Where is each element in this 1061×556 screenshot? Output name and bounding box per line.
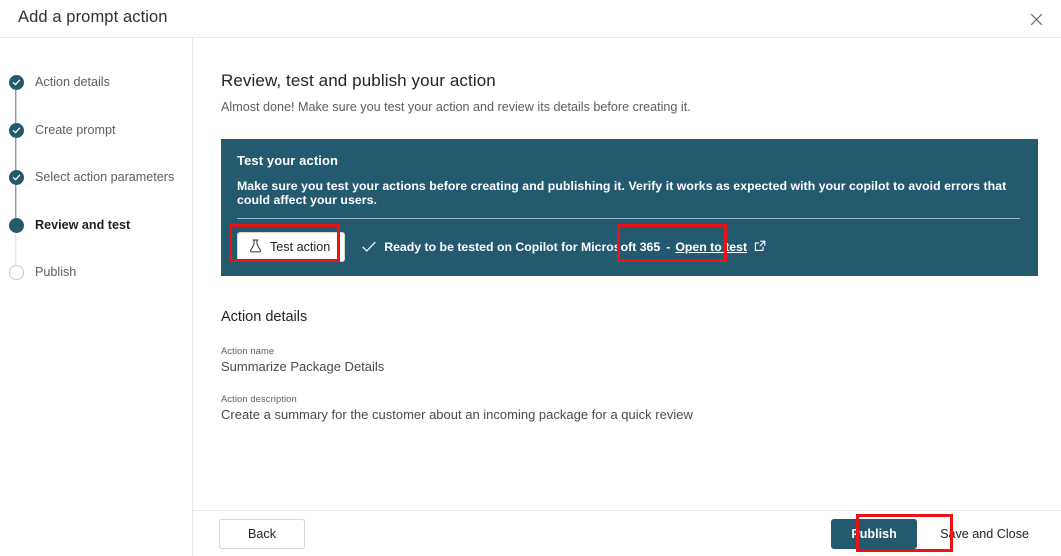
action-details-section: Action details Action name Summarize Pac… xyxy=(221,309,1039,422)
step-connector xyxy=(15,185,16,218)
action-details-heading: Action details xyxy=(221,309,1039,325)
sidebar-item-select-action-parameters[interactable]: Select action parameters xyxy=(0,170,192,218)
banner-divider xyxy=(237,218,1020,219)
status-separator: - xyxy=(666,240,670,254)
wizard-steps-sidebar: Action details Create prompt xyxy=(0,38,193,556)
page-title: Review, test and publish your action xyxy=(221,71,1039,91)
action-description-label: Action description xyxy=(221,393,1039,404)
dialog-title: Add a prompt action xyxy=(18,8,168,27)
step-current-icon xyxy=(9,218,24,233)
sidebar-item-label: Publish xyxy=(35,265,76,280)
sidebar-item-label: Review and test xyxy=(35,218,130,233)
step-completed-icon xyxy=(9,123,24,138)
save-and-close-button[interactable]: Save and Close xyxy=(925,519,1044,549)
main-content: Review, test and publish your action Alm… xyxy=(193,38,1061,556)
step-marker xyxy=(8,75,24,90)
open-to-test-label: Open to test xyxy=(675,240,747,254)
external-link-icon xyxy=(754,240,766,255)
publish-button[interactable]: Publish xyxy=(831,519,917,549)
test-status-text: Ready to be tested on Copilot for Micros… xyxy=(384,240,660,254)
external-link-glyph xyxy=(754,240,766,252)
checkmark-icon xyxy=(362,241,376,253)
flask-glyph xyxy=(249,239,262,253)
step-connector xyxy=(15,138,16,171)
sidebar-item-label: Action details xyxy=(35,75,110,90)
dialog-header: Add a prompt action xyxy=(0,0,1061,37)
back-button[interactable]: Back xyxy=(219,519,305,549)
main-inner: Review, test and publish your action Alm… xyxy=(193,38,1061,422)
banner-description: Make sure you test your actions before c… xyxy=(237,179,1020,207)
sidebar-item-publish[interactable]: Publish xyxy=(0,265,192,313)
dialog-body: Action details Create prompt xyxy=(0,38,1061,556)
checkmark-glyph xyxy=(12,78,21,87)
checkmark-glyph xyxy=(362,241,376,253)
step-marker xyxy=(8,265,24,280)
flask-icon xyxy=(249,239,262,256)
step-marker xyxy=(8,170,24,185)
step-connector xyxy=(15,90,16,123)
banner-actions-row: Test action Ready to be tested on Copilo… xyxy=(237,232,1020,262)
page-subtitle: Almost done! Make sure you test your act… xyxy=(221,100,1039,114)
test-action-button[interactable]: Test action xyxy=(237,232,345,262)
checkmark-glyph xyxy=(12,126,21,135)
sidebar-item-action-details[interactable]: Action details xyxy=(0,75,192,123)
close-icon[interactable] xyxy=(1021,5,1051,33)
banner-title: Test your action xyxy=(237,153,1020,168)
step-completed-icon xyxy=(9,170,24,185)
action-name-value: Summarize Package Details xyxy=(221,359,1039,374)
action-name-field: Action name Summarize Package Details xyxy=(221,345,1039,374)
test-action-button-label: Test action xyxy=(270,240,330,254)
dialog-footer: Back Publish Save and Close xyxy=(193,510,1061,556)
action-description-field: Action description Create a summary for … xyxy=(221,393,1039,422)
close-glyph xyxy=(1030,13,1043,26)
sidebar-item-review-and-test[interactable]: Review and test xyxy=(0,218,192,266)
checkmark-glyph xyxy=(12,173,21,182)
step-marker xyxy=(8,218,24,233)
sidebar-item-label: Select action parameters xyxy=(35,170,174,185)
action-description-value: Create a summary for the customer about … xyxy=(221,407,1039,422)
open-to-test-link[interactable]: Open to test xyxy=(675,240,766,255)
step-completed-icon xyxy=(9,75,24,90)
step-pending-icon xyxy=(9,265,24,280)
step-connector xyxy=(15,233,16,266)
sidebar-item-create-prompt[interactable]: Create prompt xyxy=(0,123,192,171)
test-your-action-banner: Test your action Make sure you test your… xyxy=(221,139,1038,276)
sidebar-item-label: Create prompt xyxy=(35,123,116,138)
footer-right-actions: Publish Save and Close xyxy=(831,519,1044,549)
action-name-label: Action name xyxy=(221,345,1039,356)
step-marker xyxy=(8,123,24,138)
